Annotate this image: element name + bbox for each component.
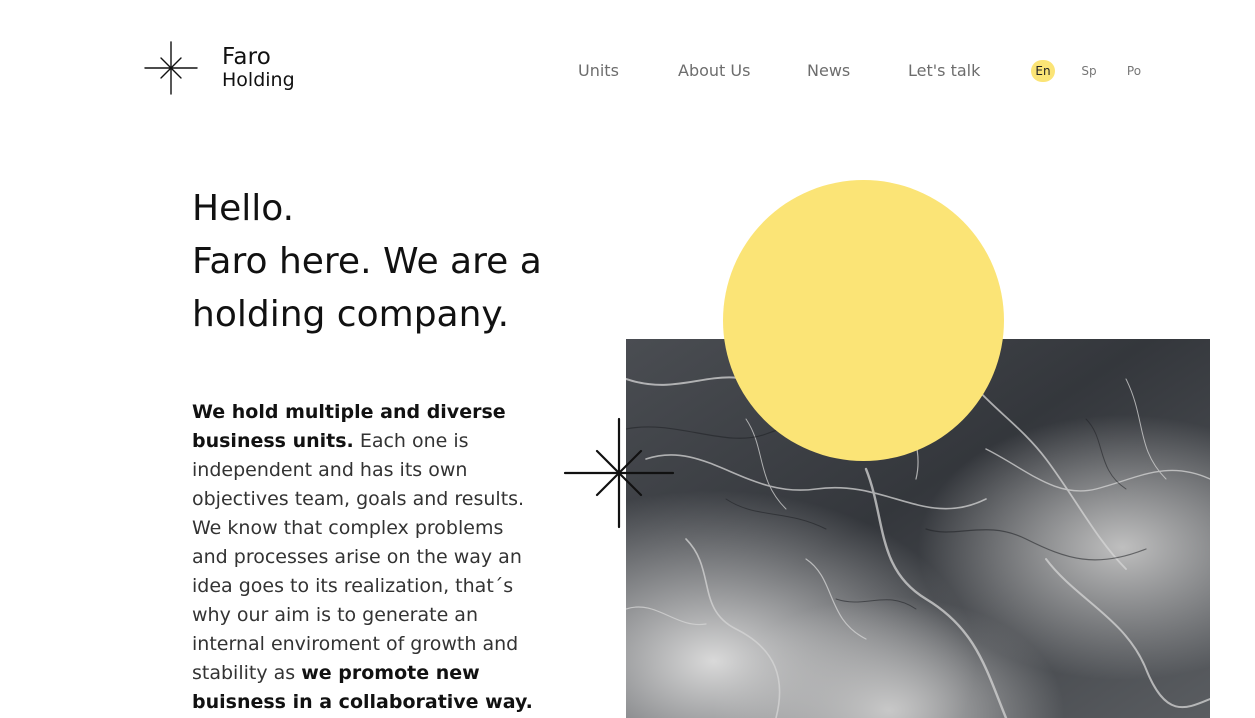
description-body: Each one is independent and has its own … — [192, 430, 525, 684]
headline-line-1: Hello. — [192, 188, 295, 229]
nav-item-about-us[interactable]: About Us — [678, 61, 750, 80]
language-po-button[interactable]: Po — [1122, 60, 1146, 82]
sun-circle — [723, 180, 1004, 461]
headline-line-2: Faro here. We are a — [192, 241, 542, 282]
main-nav: Units About Us News Let's talk — [0, 60, 1255, 82]
hero-headline: Hello. Faro here. We are a holding compa… — [192, 182, 572, 341]
star-burst-icon — [563, 417, 675, 529]
language-en-button[interactable]: En — [1031, 60, 1055, 82]
nav-item-news[interactable]: News — [807, 61, 850, 80]
headline-line-3: holding company. — [192, 294, 510, 335]
hero-description: We hold multiple and diverse business un… — [192, 398, 537, 717]
language-sp-button[interactable]: Sp — [1077, 60, 1101, 82]
nav-item-lets-talk[interactable]: Let's talk — [908, 61, 980, 80]
nav-item-units[interactable]: Units — [578, 61, 619, 80]
page: Faro Holding Units About Us News Let's t… — [0, 0, 1255, 718]
